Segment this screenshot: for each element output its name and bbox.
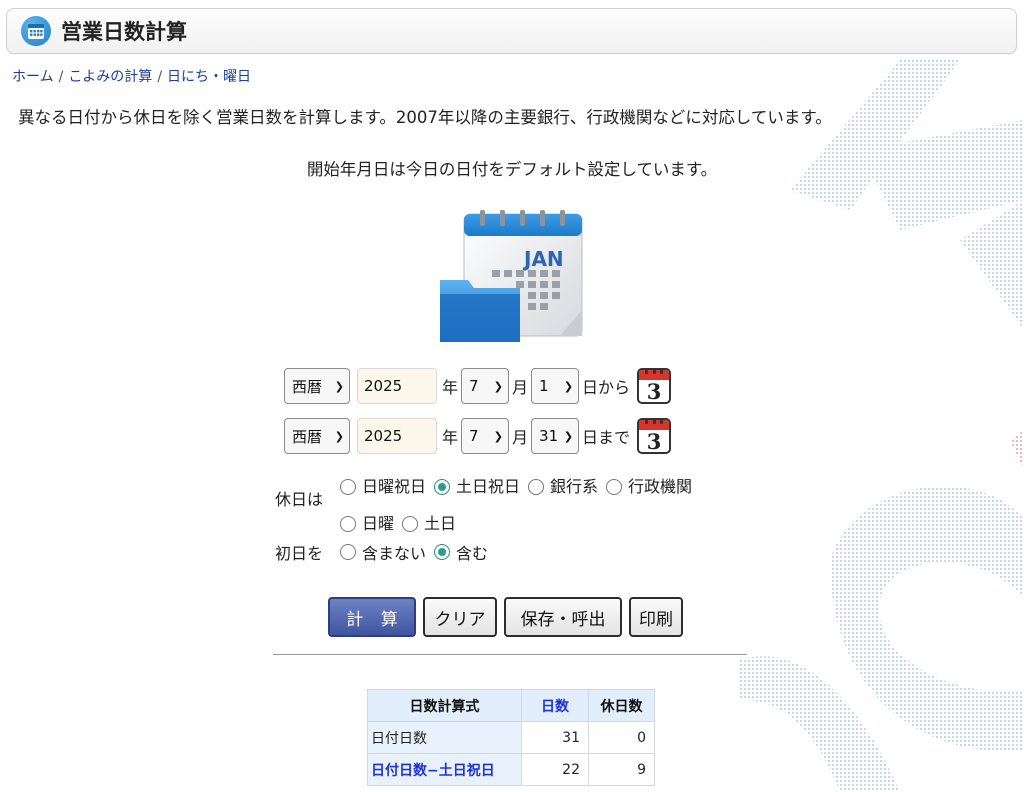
row-holidays: 0 <box>588 721 655 754</box>
holiday-option-sat-sun-holiday[interactable]: 土日祝日 <box>434 470 520 504</box>
end-day-select[interactable]: 31 ❯ <box>531 418 580 454</box>
divider <box>273 654 747 655</box>
radio-selected-icon <box>434 479 451 495</box>
end-month-select[interactable]: 7 ❯ <box>461 418 510 454</box>
page-description: 異なる日付から休日を除く営業日数を計算します。2007年以降の主要銀行、行政機関… <box>18 108 832 127</box>
radio-icon <box>606 479 623 495</box>
holiday-option-bank[interactable]: 銀行系 <box>528 470 598 504</box>
holiday-option-sat-sun[interactable]: 土日 <box>402 507 456 541</box>
breadcrumb-calendar-calc[interactable]: こよみの計算 <box>68 69 152 85</box>
calculate-button[interactable]: 計 算 <box>328 597 416 637</box>
calendar-illustration: JAN <box>440 210 583 342</box>
start-month-select[interactable]: 7 ❯ <box>461 368 510 404</box>
chevron-down-icon: ❯ <box>334 429 344 443</box>
clear-button[interactable]: クリア <box>423 597 497 637</box>
radio-icon <box>340 479 356 495</box>
breadcrumb-home[interactable]: ホーム <box>12 69 54 85</box>
end-calendar-picker-icon[interactable]: 3 <box>637 418 672 454</box>
holiday-option-sunday[interactable]: 日曜 <box>340 507 394 541</box>
row-days: 22 <box>521 753 589 786</box>
row-days: 31 <box>521 721 589 754</box>
first-day-option-include[interactable]: 含む <box>434 540 488 564</box>
illustration-month-text: JAN <box>522 247 564 271</box>
header-holidays: 休日数 <box>588 689 655 722</box>
holidays-radio-group: 日曜祝日 土日祝日 銀行系 行政機関 日曜 土日 <box>340 470 760 544</box>
start-year-input[interactable] <box>357 368 437 404</box>
result-table: 日数計算式 日数 休日数 日付日数 31 0 日付日数−土日祝日 22 9 <box>367 689 655 786</box>
action-buttons: 計 算 クリア 保存・呼出 印刷 <box>328 597 683 637</box>
radio-icon <box>340 544 356 560</box>
chevron-down-icon: ❯ <box>563 429 574 443</box>
chevron-down-icon: ❯ <box>563 379 574 393</box>
start-era-select[interactable]: 西暦 ❯ <box>284 368 350 404</box>
table-header-row: 日数計算式 日数 休日数 <box>367 689 655 722</box>
radio-selected-icon <box>434 544 451 560</box>
holidays-label: 休日は <box>275 490 324 509</box>
first-day-label: 初日を <box>275 544 324 563</box>
end-year-input[interactable] <box>357 418 437 454</box>
print-button[interactable]: 印刷 <box>629 597 683 637</box>
calendar-icon <box>21 16 51 46</box>
table-row: 日付日数−土日祝日 22 9 <box>367 753 655 786</box>
page-header: 営業日数計算 <box>6 8 1017 54</box>
breadcrumb-date-weekday[interactable]: 日にち・曜日 <box>167 69 251 85</box>
start-date-row: 西暦❯ 年 7❯ 月 1❯ 日から 3 <box>284 368 672 404</box>
start-day-select[interactable]: 1 ❯ <box>531 368 580 404</box>
chevron-down-icon: ❯ <box>493 379 504 393</box>
table-row: 日付日数 31 0 <box>367 721 655 754</box>
start-calendar-picker-icon[interactable]: 3 <box>637 368 672 404</box>
save-load-button[interactable]: 保存・呼出 <box>504 597 622 637</box>
radio-icon <box>528 479 545 495</box>
row-formula: 日付日数−土日祝日 <box>367 753 522 786</box>
chevron-down-icon: ❯ <box>493 429 504 443</box>
radio-icon <box>340 516 356 532</box>
row-formula: 日付日数 <box>367 721 522 754</box>
holiday-option-sun-holiday[interactable]: 日曜祝日 <box>340 470 426 504</box>
default-date-note: 開始年月日は今日の日付をデフォルト設定しています。 <box>306 160 718 179</box>
radio-icon <box>402 516 419 532</box>
breadcrumb: ホーム / こよみの計算 / 日にち・曜日 <box>12 69 252 85</box>
first-day-radio-group: 含まない 含む <box>340 540 496 564</box>
holiday-option-government[interactable]: 行政機関 <box>606 470 692 504</box>
row-holidays: 9 <box>588 753 655 786</box>
end-era-select[interactable]: 西暦 ❯ <box>284 418 350 454</box>
chevron-down-icon: ❯ <box>334 379 344 393</box>
page-title: 営業日数計算 <box>61 20 187 44</box>
header-formula: 日数計算式 <box>367 689 522 722</box>
header-days: 日数 <box>521 689 589 722</box>
first-day-option-exclude[interactable]: 含まない <box>340 540 426 564</box>
end-date-row: 西暦❯ 年 7❯ 月 31❯ 日まで 3 <box>284 418 672 454</box>
